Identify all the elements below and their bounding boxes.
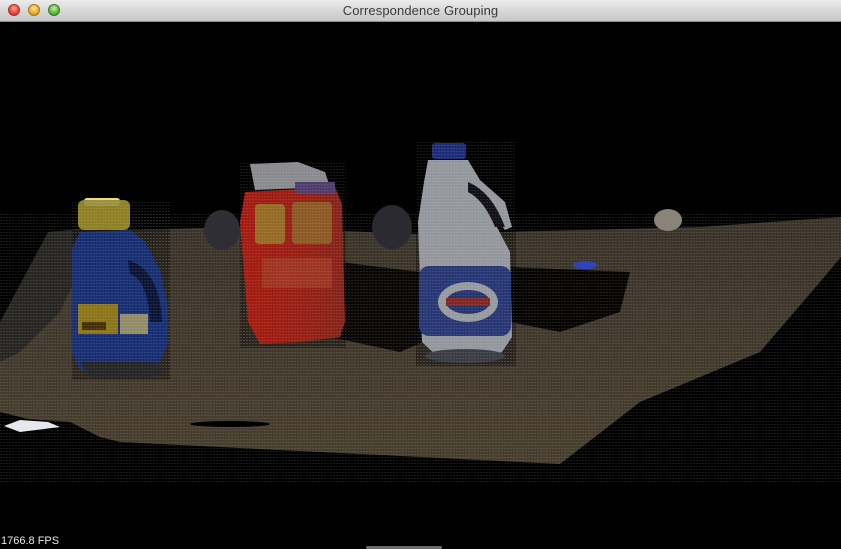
app-window: Correspondence Grouping 1766.8 FPS <box>0 0 841 549</box>
small-blue-object <box>573 261 597 269</box>
point-cloud-scene[interactable] <box>0 22 841 549</box>
fps-counter: 1766.8 FPS <box>1 535 60 547</box>
bleach-bottle <box>416 140 516 366</box>
title-bar[interactable]: Correspondence Grouping <box>0 0 841 22</box>
window-title: Correspondence Grouping <box>342 3 499 18</box>
point-cloud-viewport[interactable]: 1766.8 FPS <box>0 22 841 549</box>
milk-carton <box>240 162 346 348</box>
detergent-bottle <box>72 198 170 380</box>
